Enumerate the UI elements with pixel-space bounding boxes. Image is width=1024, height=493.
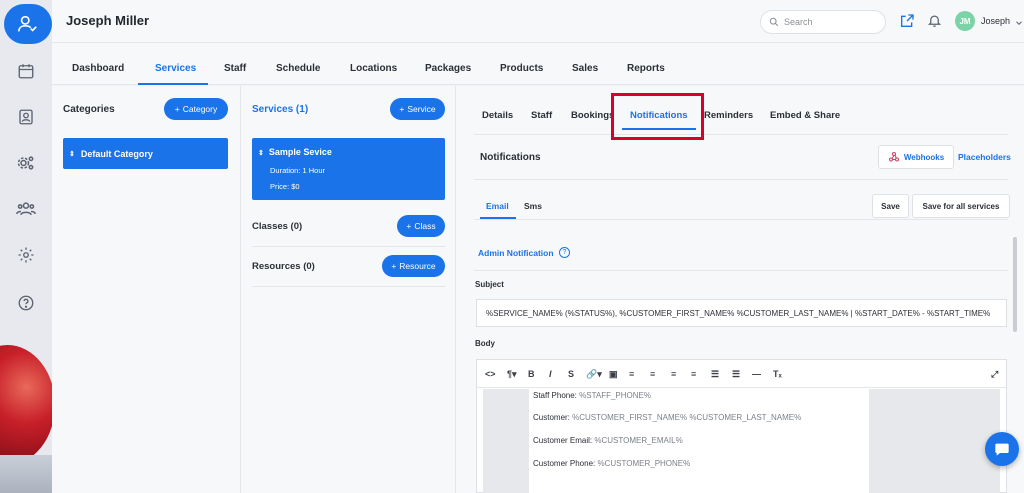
plus-icon: +: [391, 261, 397, 271]
plus-icon: +: [399, 104, 405, 114]
save-all-services-button[interactable]: Save for all services: [912, 194, 1010, 218]
top-header: Joseph Miller Search JM Joseph: [52, 0, 1024, 43]
tab-sales[interactable]: Sales: [572, 63, 598, 74]
service-duration: Duration: 1 Hour: [270, 166, 326, 175]
services-panel: Services (1) + Service ⇕ Sample Sevice Dur…: [241, 86, 456, 493]
chat-button[interactable]: [985, 432, 1019, 466]
add-class-button[interactable]: + Class: [397, 215, 445, 237]
sub-tab-email[interactable]: Email: [486, 201, 509, 211]
save-button[interactable]: Save: [872, 194, 909, 218]
tab-schedule[interactable]: Schedule: [276, 63, 320, 74]
add-category-button[interactable]: + Category: [164, 98, 228, 120]
services-title: Services (1): [252, 104, 309, 115]
sub-tab-sms[interactable]: Sms: [524, 201, 542, 211]
body-label: Body: [475, 339, 495, 348]
placeholders-link[interactable]: Placeholders: [958, 152, 1011, 162]
editor-content-area: Staff Phone: %STAFF_PHONE% Customer: %CU…: [483, 389, 1000, 493]
left-rail: [0, 0, 52, 493]
body-editor[interactable]: <> ¶▾ B I S 🔗▾ ▣ ≡ ≡ ≡ ≡ ☰ ☰ — Tₓ ⤢ Staf…: [476, 359, 1007, 493]
detail-tab-reminders[interactable]: Reminders: [704, 110, 753, 121]
notifications-title: Notifications: [480, 152, 541, 163]
paragraph-icon[interactable]: ¶▾: [507, 369, 517, 380]
subject-label: Subject: [475, 280, 504, 289]
tab-products[interactable]: Products: [500, 63, 543, 74]
add-service-button[interactable]: + Service: [390, 98, 445, 120]
add-resource-button[interactable]: + Resource: [382, 255, 445, 277]
strikethrough-icon[interactable]: S: [568, 369, 574, 379]
italic-icon[interactable]: I: [549, 369, 552, 379]
link-icon[interactable]: 🔗▾: [586, 369, 602, 380]
bullet-list-icon[interactable]: ☰: [711, 369, 719, 380]
service-name: Sample Sevice: [268, 147, 332, 157]
categories-title: Categories: [63, 104, 115, 115]
tab-reports[interactable]: Reports: [627, 63, 665, 74]
horizontal-rule-icon[interactable]: —: [752, 369, 761, 379]
highlight-box: [611, 93, 704, 140]
tab-packages[interactable]: Packages: [425, 63, 471, 74]
chat-bubble-icon: [995, 443, 1009, 456]
justify-icon[interactable]: ≡: [691, 369, 696, 379]
code-view-icon[interactable]: <>: [485, 369, 496, 379]
plus-icon: +: [174, 104, 180, 114]
user-check-icon: [12, 8, 44, 40]
category-item[interactable]: ⇕ Default Category: [63, 138, 228, 169]
tab-staff[interactable]: Staff: [224, 63, 246, 74]
contact-card-icon[interactable]: [10, 101, 42, 133]
help-circle-icon[interactable]: ?: [559, 247, 570, 258]
scrollbar[interactable]: [1013, 237, 1017, 332]
external-link-icon[interactable]: [899, 13, 915, 29]
search-input[interactable]: Search: [760, 10, 886, 34]
clear-format-icon[interactable]: Tₓ: [773, 369, 782, 379]
active-tab-indicator: [138, 83, 208, 85]
services-gears-icon[interactable]: [10, 147, 42, 179]
align-right-icon[interactable]: ≡: [671, 369, 676, 379]
page-title: Joseph Miller: [66, 13, 150, 28]
editor-toolbar: <> ¶▾ B I S 🔗▾ ▣ ≡ ≡ ≡ ≡ ☰ ☰ — Tₓ ⤢: [477, 360, 1006, 388]
apple-image: [0, 345, 52, 465]
avatar[interactable]: JM: [955, 11, 975, 31]
main-tabs: Dashboard Services Staff Schedule Locati…: [52, 43, 1024, 85]
help-icon[interactable]: [10, 287, 42, 319]
classes-title: Classes (0): [252, 221, 303, 232]
calendar-icon[interactable]: [10, 55, 42, 87]
tab-services[interactable]: Services: [155, 63, 196, 74]
subject-field[interactable]: %SERVICE_NAME% (%STATUS%), %CUSTOMER_FIR…: [476, 299, 1007, 327]
detail-tab-embed-share[interactable]: Embed & Share: [770, 110, 840, 121]
team-icon[interactable]: [10, 193, 42, 225]
chevron-down-icon[interactable]: [1014, 15, 1024, 31]
settings-gear-icon[interactable]: [10, 239, 42, 271]
numbered-list-icon[interactable]: ☰: [732, 369, 740, 380]
fullscreen-icon[interactable]: ⤢: [991, 369, 998, 380]
resources-title: Resources (0): [252, 261, 315, 272]
align-center-icon[interactable]: ≡: [650, 369, 655, 379]
search-icon: [769, 17, 779, 27]
tab-dashboard[interactable]: Dashboard: [72, 63, 124, 74]
bold-icon[interactable]: B: [528, 369, 535, 379]
admin-notification-label: Admin Notification: [478, 248, 554, 258]
search-placeholder: Search: [784, 17, 813, 27]
service-price: Price: $0: [270, 182, 300, 191]
detail-tab-bookings[interactable]: Bookings: [571, 110, 614, 121]
image-icon[interactable]: ▣: [609, 369, 618, 380]
categories-panel: Categories + Category ⇕ Default Category: [52, 86, 241, 493]
detail-tab-details[interactable]: Details: [482, 110, 513, 121]
webhooks-button[interactable]: Webhooks: [878, 145, 954, 169]
webhook-icon: [888, 151, 899, 162]
editor-page[interactable]: Staff Phone: %STAFF_PHONE% Customer: %CU…: [529, 389, 869, 493]
drag-handle-icon: ⇕: [258, 150, 264, 157]
user-name[interactable]: Joseph: [981, 16, 1010, 26]
detail-tab-staff[interactable]: Staff: [531, 110, 552, 121]
drag-handle-icon: ⇕: [69, 150, 75, 158]
plus-icon: +: [406, 221, 412, 231]
tab-locations[interactable]: Locations: [350, 63, 397, 74]
align-left-icon[interactable]: ≡: [629, 369, 634, 379]
bell-icon[interactable]: [927, 13, 943, 29]
service-card[interactable]: ⇕ Sample Sevice Duration: 1 Hour Price: $…: [252, 138, 445, 200]
